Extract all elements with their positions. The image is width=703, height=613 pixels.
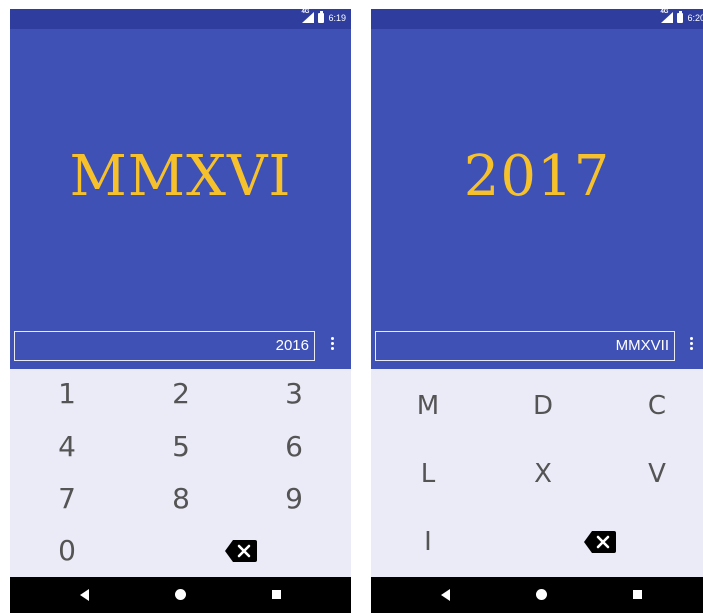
key-d[interactable]: D	[513, 386, 573, 426]
home-icon[interactable]	[533, 586, 551, 604]
result-value: MMXVI	[69, 144, 292, 209]
input-bar: MMXVII	[371, 331, 703, 369]
key-0[interactable]: 0	[37, 531, 97, 571]
key-5[interactable]: 5	[151, 427, 211, 467]
phone-screen-right: 4G 6:20 2017 MMXVII M D C L X V I	[371, 9, 703, 613]
signal-icon: 4G	[301, 9, 315, 23]
key-9[interactable]: 9	[264, 479, 324, 519]
signal-icon: 4G	[660, 9, 674, 23]
status-time: 6:20	[687, 12, 703, 23]
key-2[interactable]: 2	[151, 374, 211, 414]
keypad: 1 2 3 4 5 6 7 8 9 0	[10, 369, 351, 577]
backspace-icon[interactable]	[583, 529, 617, 555]
status-bar: 4G 6:19	[10, 9, 351, 29]
home-icon[interactable]	[172, 586, 190, 604]
key-7[interactable]: 7	[37, 479, 97, 519]
keypad: M D C L X V I	[371, 369, 703, 577]
status-time: 6:19	[328, 12, 346, 23]
overflow-menu-icon[interactable]	[331, 337, 335, 355]
number-input-field[interactable]: 2016	[14, 331, 315, 361]
overflow-menu-icon[interactable]	[690, 337, 694, 355]
key-4[interactable]: 4	[37, 427, 97, 467]
navigation-bar	[371, 577, 703, 613]
recents-icon[interactable]	[268, 586, 286, 604]
back-icon[interactable]	[76, 586, 94, 604]
key-c[interactable]: C	[627, 386, 687, 426]
result-display: MMXVI	[10, 29, 351, 331]
result-display: 2017	[371, 29, 703, 331]
key-3[interactable]: 3	[264, 374, 324, 414]
key-l[interactable]: L	[398, 454, 458, 494]
back-icon[interactable]	[437, 586, 455, 604]
battery-icon	[318, 10, 325, 23]
navigation-bar	[10, 577, 351, 613]
backspace-icon[interactable]	[224, 538, 258, 564]
phone-screen-left: 4G 6:19 MMXVI 2016 1 2 3 4 5 6 7 8 9 0	[10, 9, 351, 613]
key-1[interactable]: 1	[37, 374, 97, 414]
battery-icon	[677, 10, 684, 23]
status-bar: 4G 6:20	[371, 9, 703, 29]
recents-icon[interactable]	[629, 586, 647, 604]
key-m[interactable]: M	[398, 386, 458, 426]
result-value: 2017	[463, 144, 611, 209]
input-bar: 2016	[10, 331, 351, 369]
key-x[interactable]: X	[513, 454, 573, 494]
key-v[interactable]: V	[627, 454, 687, 494]
key-8[interactable]: 8	[151, 479, 211, 519]
key-6[interactable]: 6	[264, 427, 324, 467]
roman-input-field[interactable]: MMXVII	[375, 331, 675, 361]
key-i[interactable]: I	[398, 522, 458, 562]
